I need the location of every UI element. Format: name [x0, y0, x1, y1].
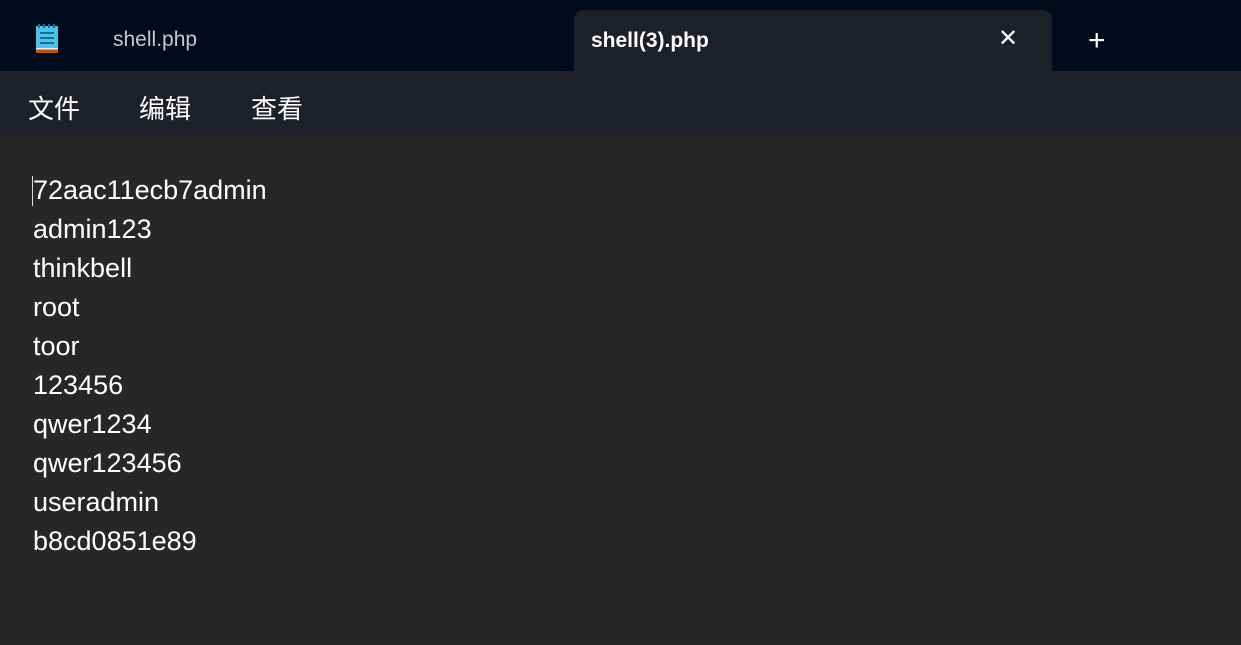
text-line: qwer1234	[33, 409, 152, 439]
menu-view[interactable]: 查看	[251, 89, 303, 126]
title-bar: shell.php shell(3).php ✕ +	[0, 0, 1241, 71]
text-line: qwer123456	[33, 448, 182, 478]
text-line: root	[33, 292, 80, 322]
text-line: admin123	[33, 214, 152, 244]
text-line: 123456	[33, 370, 124, 400]
tab-shell-php[interactable]: shell.php	[113, 28, 197, 52]
text-editor[interactable]: 72aac11ecb7admin admin123 thinkbell root…	[0, 136, 1241, 645]
menu-file[interactable]: 文件	[28, 89, 80, 126]
new-tab-button[interactable]: +	[1088, 24, 1106, 58]
menu-bar: 文件 编辑 查看	[0, 71, 1241, 136]
text-line: b8cd0851e89	[33, 526, 197, 556]
text-line: useradmin	[33, 487, 160, 517]
notepad-icon	[35, 24, 59, 54]
editor-content[interactable]: 72aac11ecb7admin admin123 thinkbell root…	[33, 171, 267, 561]
text-line: thinkbell	[33, 253, 133, 283]
tab-label: shell(3).php	[591, 29, 709, 52]
text-line: 72aac11ecb7admin	[33, 175, 267, 205]
close-icon[interactable]: ✕	[998, 24, 1018, 53]
menu-edit[interactable]: 编辑	[139, 89, 191, 126]
text-line: toor	[33, 331, 80, 361]
tab-shell-3-php[interactable]: shell(3).php ✕	[574, 10, 1052, 71]
